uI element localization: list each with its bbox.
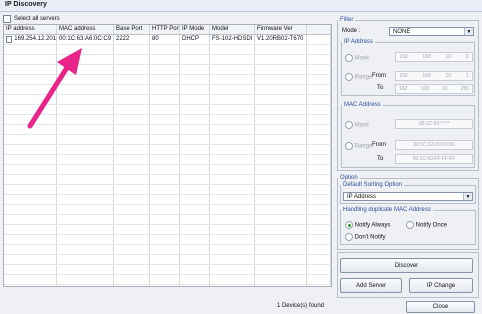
- ip-filter-legend: IP Address: [344, 39, 373, 45]
- radio-selected-icon: [345, 221, 353, 229]
- ip-to-field[interactable]: 192. 168. 10. 255: [395, 84, 473, 94]
- mac-from-field[interactable]: 00:1C:63:00:00:00: [395, 140, 473, 150]
- ip-to-label: To: [377, 85, 384, 91]
- notify-always-option[interactable]: Notify Always: [345, 221, 390, 229]
- sort-legend: Default Sorting Option: [343, 182, 403, 188]
- mac-to-field[interactable]: 00:1C:63:FF:FF:FF: [395, 154, 473, 164]
- chevron-down-icon: ▼: [464, 28, 473, 35]
- ip-from-label: From: [372, 73, 386, 79]
- ip-mask-option[interactable]: Mask: [345, 54, 369, 62]
- ip-range-option[interactable]: Range: [345, 73, 372, 81]
- discover-button[interactable]: Discover: [340, 258, 473, 273]
- mac-range-option[interactable]: Range: [345, 142, 372, 150]
- dont-notify-option[interactable]: Don't Notify: [345, 233, 386, 241]
- ip-mask-field[interactable]: 192. 168. 10. 0: [395, 52, 473, 62]
- mac-mask-field[interactable]: 00:1C:63:*:*:*: [395, 119, 473, 129]
- sort-select-value: IP Address: [347, 194, 376, 200]
- sort-select[interactable]: IP Address ▼: [343, 192, 473, 201]
- chevron-down-icon: ▼: [463, 193, 472, 200]
- mac-from-label: From: [372, 142, 386, 148]
- filter-legend: Filter: [340, 17, 354, 23]
- status-bar: 1 Device(s) found: [3, 302, 330, 312]
- mode-label: Mode :: [342, 28, 361, 34]
- option-legend: Option: [340, 175, 358, 181]
- device-count: 1 Device(s) found: [276, 303, 324, 309]
- duplicate-mac-legend: Handling duplicate MAC Address: [343, 207, 431, 213]
- mac-mask-option[interactable]: Mask: [345, 121, 369, 129]
- mac-filter-legend: MAC Address: [344, 102, 381, 108]
- ip-change-button[interactable]: IP Change: [409, 278, 473, 293]
- mac-to-label: To: [377, 156, 384, 162]
- close-button[interactable]: Close: [406, 301, 475, 313]
- mode-select[interactable]: NONE ▼: [389, 27, 474, 36]
- ip-from-field[interactable]: 192. 168. 10. 1: [395, 71, 473, 81]
- add-server-button[interactable]: Add Server: [340, 278, 402, 293]
- notify-once-option[interactable]: Notify Once: [406, 221, 447, 229]
- mode-select-value: NONE: [393, 29, 411, 35]
